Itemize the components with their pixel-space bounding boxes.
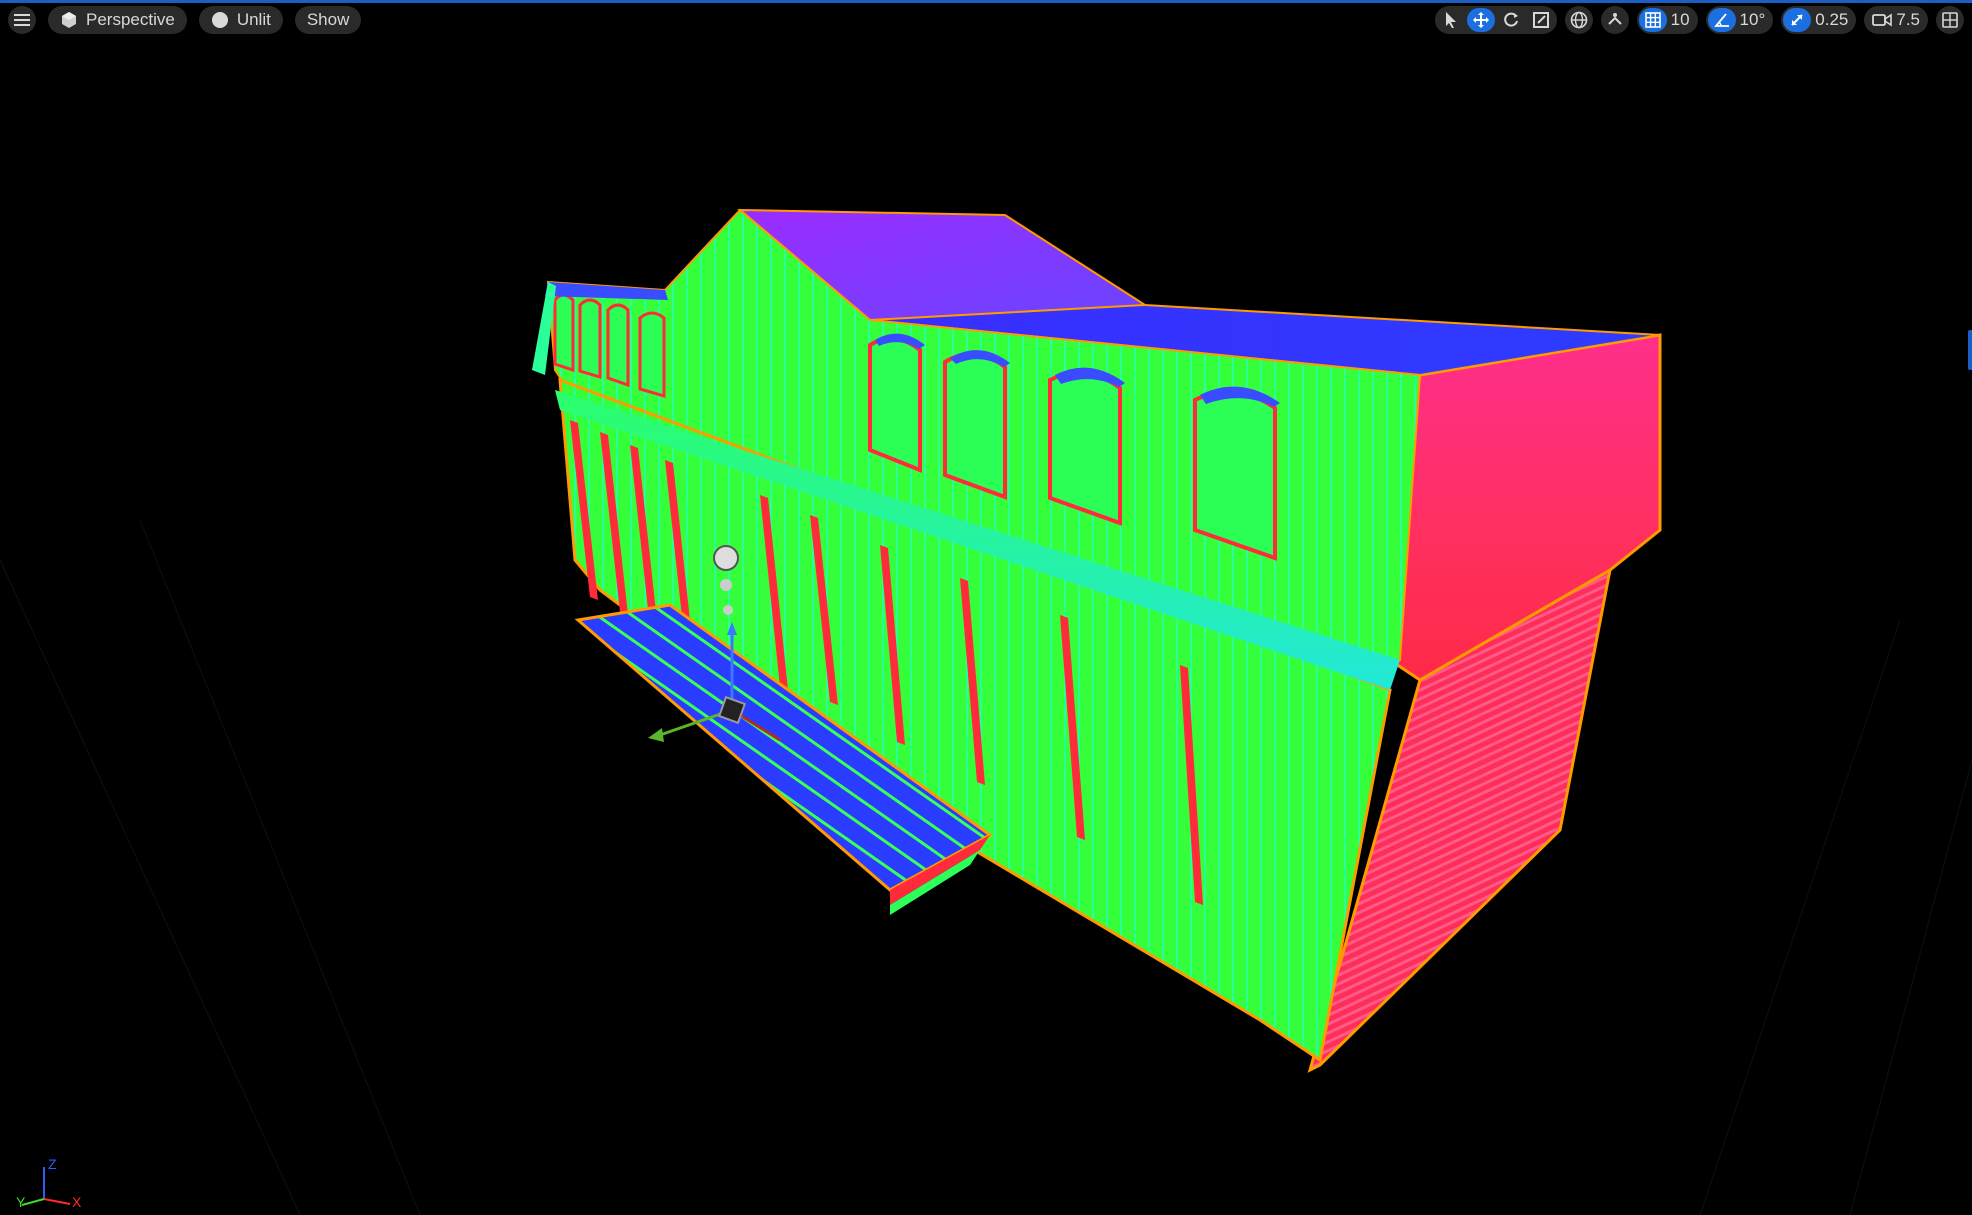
axis-x-label: X: [72, 1194, 82, 1209]
camera-icon: [1872, 13, 1893, 27]
move-arrows-icon: [1472, 12, 1489, 28]
select-tool-button[interactable]: [1437, 8, 1465, 32]
globe-icon: [1570, 11, 1587, 29]
viewport-toolbar-right: 10 10° 0.25 7.5: [1434, 6, 1964, 34]
layout-grid-icon: [1942, 12, 1958, 28]
sphere-icon: [211, 12, 228, 28]
level-viewport[interactable]: Perspective Unlit Show 10 10° 0.25 7.5 Z…: [0, 0, 1972, 1215]
scale-icon: [1532, 12, 1549, 28]
rotation-snap-value: 10°: [1739, 10, 1766, 29]
viewport-menu-button[interactable]: [8, 6, 36, 34]
hamburger-menu-icon: [14, 14, 30, 26]
viewport-layout-button[interactable]: [1936, 6, 1964, 34]
viewport-side-handle[interactable]: [1968, 330, 1972, 370]
scene-render[interactable]: [0, 0, 1972, 1215]
show-flags-label: Show: [306, 10, 350, 29]
view-mode-label: Perspective: [86, 10, 175, 29]
angle-icon: [1713, 13, 1729, 27]
arrow-cursor-icon: [1445, 12, 1456, 28]
transform-tools-group: [1434, 6, 1557, 34]
viewport-toolbar-left: Perspective Unlit Show: [8, 6, 362, 34]
translate-tool-button[interactable]: [1466, 8, 1495, 32]
axis-indicator: Z X Y: [16, 1156, 82, 1209]
scale-arrow-icon: [1791, 14, 1803, 26]
axis-z-label: Z: [48, 1156, 57, 1172]
scale-snap-button[interactable]: 0.25: [1781, 6, 1857, 34]
scale-tool-button[interactable]: [1527, 8, 1555, 32]
rotation-snap-button[interactable]: 10°: [1705, 6, 1774, 34]
lighting-mode-label: Unlit: [236, 10, 271, 29]
view-mode-button[interactable]: Perspective: [48, 6, 187, 34]
cube-icon: [62, 12, 76, 28]
rotate-icon: [1503, 12, 1518, 27]
show-flags-button[interactable]: Show: [294, 6, 362, 34]
grid-icon: [1644, 12, 1661, 28]
axis-y-label: Y: [16, 1194, 26, 1209]
coordinate-system-button[interactable]: [1564, 6, 1593, 34]
surface-snap-icon: [1607, 13, 1622, 25]
rotate-tool-button[interactable]: [1497, 8, 1525, 32]
camera-speed-button[interactable]: 7.5: [1864, 6, 1928, 34]
lighting-mode-button[interactable]: Unlit: [198, 6, 283, 34]
grid-snap-value: 10: [1670, 10, 1690, 29]
surface-snapping-button[interactable]: [1600, 6, 1629, 34]
camera-speed-value: 7.5: [1896, 10, 1920, 29]
scale-snap-value: 0.25: [1815, 10, 1849, 29]
grid-snap-button[interactable]: 10: [1636, 6, 1698, 34]
